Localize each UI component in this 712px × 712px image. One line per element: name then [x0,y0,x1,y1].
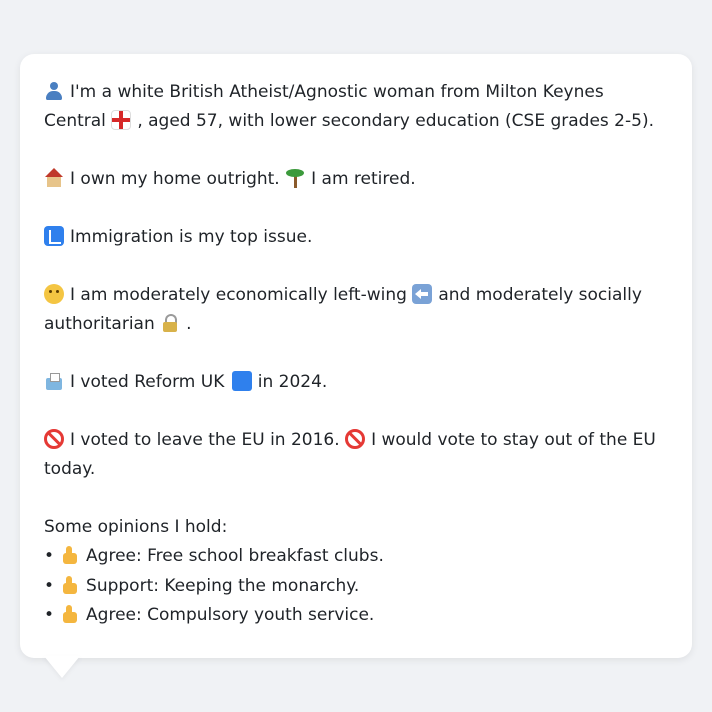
message-bubble: I'm a white British Atheist/Agnostic wom… [20,54,692,658]
passport-control-icon [44,226,64,246]
politics-end: . [186,314,192,334]
intro-paragraph: I'm a white British Atheist/Agnostic wom… [44,78,668,136]
list-item: • Support: Keeping the monarchy. [44,572,668,602]
list-item: • Agree: Compulsory youth service. [44,601,668,631]
home-paragraph: I own my home outright. I am retired. [44,165,668,194]
lock-icon [160,313,180,333]
opinion-text: Agree: Free school breakfast clubs. [86,546,384,566]
vote-text-2: in 2024. [257,372,328,392]
retired-text: I am retired. [311,169,416,189]
thinking-face-icon [44,284,64,304]
person-icon [44,81,64,101]
no-entry-icon [345,429,366,449]
palm-tree-icon [285,168,305,188]
ballot-box-icon [44,371,64,391]
blue-square-icon [231,371,252,391]
politics-paragraph: I am moderately economically left-wing a… [44,281,668,339]
no-entry-icon [44,429,64,449]
house-icon [44,168,64,188]
intro-tail: , aged 57, with lower secondary educatio… [137,111,654,131]
england-flag-icon [111,110,132,130]
thumbs-up-icon [60,604,80,624]
bullet: • [44,546,55,566]
opinions-heading: Some opinions I hold: [44,517,228,537]
opinion-text: Agree: Compulsory youth service. [86,605,375,625]
list-item: • Agree: Free school breakfast clubs. [44,542,668,572]
opinion-text: Support: Keeping the monarchy. [86,575,360,596]
bubble-tail [44,656,80,678]
vote-paragraph: I voted Reform UK in 2024. [44,368,668,397]
home-text: I own my home outright. [70,169,280,189]
opinions-list: • Agree: Free school breakfast clubs. • Su… [44,542,668,631]
vote-text-1: I voted Reform UK [70,372,225,392]
left-arrow-icon [412,284,433,304]
politics-text-1: I am moderately economically left-wing [70,285,407,305]
bullet: • [44,575,55,596]
eu-paragraph: I voted to leave the EU in 2016. I would… [44,426,668,484]
eu-text-1: I voted to leave the EU in 2016. [70,430,340,450]
bullet: • [44,605,55,625]
thumbs-up-icon [60,575,80,595]
issue-paragraph: Immigration is my top issue. [44,223,668,252]
thumbs-up-icon [60,545,80,565]
top-issue-text: Immigration is my top issue. [70,227,313,247]
